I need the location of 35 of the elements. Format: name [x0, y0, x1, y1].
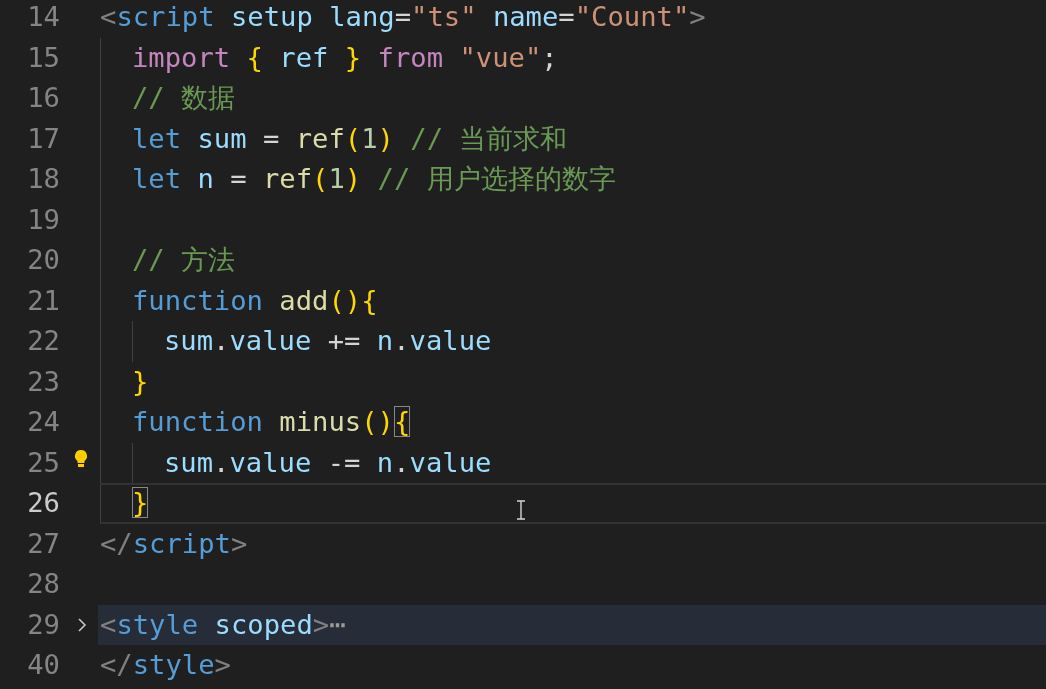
code-line: import { ref } from "vue";: [132, 40, 558, 75]
code-line: function minus(){: [132, 405, 411, 439]
line-number: 25: [26, 445, 60, 480]
code-line: function add(){: [132, 283, 378, 318]
line-number: 19: [26, 202, 60, 237]
code-line: sum.value -= n.value: [164, 445, 492, 480]
line-number: 24: [26, 405, 60, 439]
line-number: 21: [26, 283, 60, 318]
line-number: 20: [26, 243, 60, 277]
line-number: 28: [26, 567, 60, 601]
text-cursor-icon: [516, 500, 526, 520]
code-line: sum.value += n.value: [164, 324, 492, 358]
code-line: // 数据: [132, 81, 236, 115]
lightbulb-icon[interactable]: [73, 448, 89, 469]
code-line: }: [132, 486, 149, 520]
code-line: </style>: [100, 648, 231, 682]
line-number: 26: [26, 486, 60, 520]
code-line: // 方法: [132, 243, 236, 277]
line-number: 29: [26, 607, 60, 642]
line-number: 15: [26, 40, 60, 75]
line-number: 27: [26, 526, 60, 561]
code-line: let n = ref(1) // 用户选择的数字: [132, 162, 616, 196]
line-number: 40: [26, 648, 60, 682]
line-number: 18: [26, 162, 60, 196]
code-line: <script setup lang="ts" name="Count">: [100, 0, 706, 34]
chevron-right-icon[interactable]: [77, 616, 87, 633]
line-number: 22: [26, 324, 60, 358]
code-line: let sum = ref(1) // 当前求和: [132, 121, 568, 156]
line-number: 14: [26, 0, 60, 34]
line-number: 23: [26, 364, 60, 399]
code-line: </script>: [100, 526, 248, 561]
code-line: <style scoped>⋯: [100, 607, 346, 642]
line-number: 17: [26, 121, 60, 156]
code-line: }: [132, 364, 149, 399]
line-number: 16: [26, 81, 60, 115]
